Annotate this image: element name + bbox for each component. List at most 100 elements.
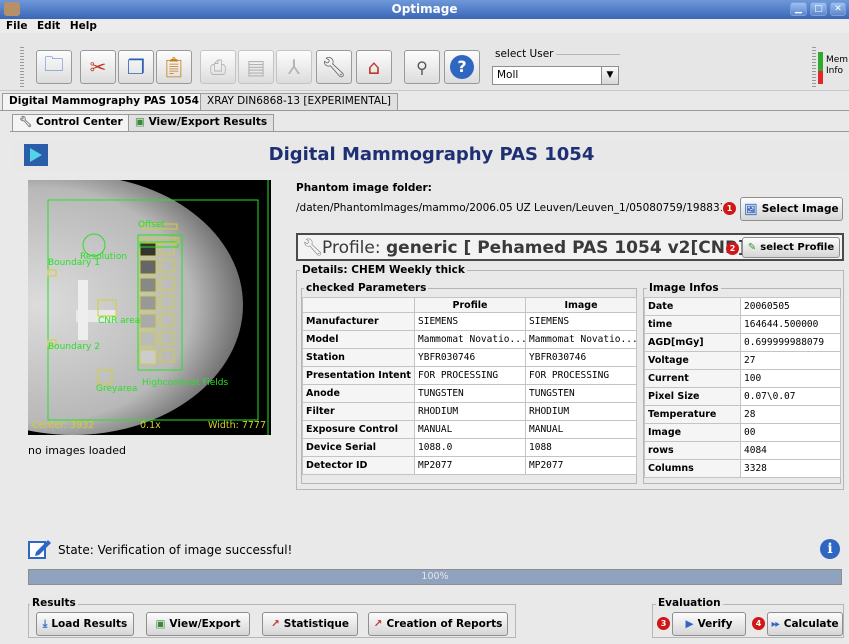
overlay-boundary-2: Boundary 2: [48, 342, 100, 352]
tab-divider: [0, 110, 849, 111]
user-select[interactable]: Moll ▼: [492, 66, 619, 85]
export-icon: ▣: [155, 618, 166, 630]
tab-xray-din[interactable]: XRAY DIN6868-13 [EXPERIMENTAL]: [200, 93, 398, 110]
wrench-icon: 🔧︎: [19, 116, 33, 128]
creation-of-reports-button[interactable]: ↗ Creation of Reports: [368, 612, 508, 636]
pdf-button[interactable]: ⅄: [276, 50, 312, 84]
pencil-icon: ✎: [747, 242, 757, 253]
table-row: Manufacturer SIEMENS SIEMENS: [302, 312, 637, 331]
table-row: Station YBFR030746 YBFR030746: [302, 348, 637, 367]
help-button[interactable]: ?: [444, 50, 480, 84]
roi-resolution-box: [139, 241, 157, 257]
paste-button[interactable]: 📋︎: [156, 50, 192, 84]
print-button[interactable]: ⎙: [200, 50, 236, 84]
progress-label: 100%: [421, 571, 449, 582]
table-row: AGD[mGy] 0.699999988079: [644, 333, 841, 352]
details-title: Details: CHEM Weekly thick: [300, 264, 467, 276]
state-text: State: Verification of image successful!: [58, 543, 293, 557]
table-row: Anode TUNGSTEN TUNGSTEN: [302, 384, 637, 403]
params-table: Profile Image Manufacturer SIEMENS SIEMENS…: [302, 297, 637, 475]
overlay-greyarea: Greyarea: [96, 384, 138, 394]
table-row: rows 4084: [644, 441, 841, 460]
export-icon: ▣: [135, 116, 145, 128]
profile-title: Profile: generic [ Pehamed PAS 1054 v2[C…: [322, 238, 760, 258]
table-row: Voltage 27: [644, 351, 841, 370]
table-row: Columns 3328: [644, 459, 841, 478]
wrench-icon: 🔧︎: [302, 238, 324, 258]
save-button[interactable]: ▤: [238, 50, 274, 84]
image-viewer[interactable]: Offset Resolution Boundary 1 CNR area Bo…: [28, 180, 271, 435]
overlay-width: Width: 7777: [208, 420, 266, 431]
phantom-folder-path[interactable]: /daten/PhantomImages/mammo/2006.05 UZ Le…: [296, 199, 722, 218]
phantom-bar-vertical: [78, 280, 88, 340]
open-folder-button[interactable]: 🗀: [36, 50, 72, 84]
microscope-icon: ⚲: [416, 57, 428, 77]
step-badge-3: 3: [657, 617, 670, 630]
menu-edit[interactable]: Edit: [37, 19, 60, 33]
select-profile-button[interactable]: ✎ select Profile: [742, 237, 840, 258]
folder-icon: 🗀: [44, 52, 64, 76]
chart-icon: ↗: [270, 618, 280, 630]
menu-file[interactable]: File: [6, 19, 28, 33]
pdf-icon: ⅄: [287, 55, 301, 79]
statistique-button[interactable]: ↗ Statistique: [262, 612, 358, 636]
table-row: Image 00: [644, 423, 841, 442]
tab-control-center[interactable]: 🔧︎ Control Center: [12, 114, 130, 131]
cut-button[interactable]: ✂: [80, 50, 116, 84]
progress-bar: 100%: [28, 569, 842, 585]
header-bar: Digital Mammography PAS 1054: [14, 140, 849, 171]
load-results-button[interactable]: ⤓ Load Results: [36, 612, 134, 636]
info-icon[interactable]: i: [820, 539, 840, 559]
toolbar-grip[interactable]: [20, 47, 24, 87]
page-title: Digital Mammography PAS 1054: [268, 144, 595, 165]
table-row: Filter RHODIUM RHODIUM: [302, 402, 637, 421]
menu-bar: File Edit Help: [0, 19, 849, 33]
select-image-button[interactable]: 🖼︎ Select Image: [740, 197, 843, 221]
view-export-button[interactable]: ▣ View/Export: [146, 612, 250, 636]
calculate-button[interactable]: ⏩︎ Calculate: [767, 612, 843, 636]
results-title: Results: [30, 597, 78, 609]
verify-button[interactable]: ▶ Verify: [672, 612, 746, 636]
copy-icon: ❐: [127, 55, 145, 79]
table-row: Pixel Size 0.07\0.07: [644, 387, 841, 406]
minimize-button[interactable]: ▁: [790, 2, 807, 16]
step-badge-4: 4: [752, 617, 765, 630]
fast-forward-icon: ⏩︎: [771, 617, 780, 630]
menu-help[interactable]: Help: [70, 19, 97, 33]
table-row: Exposure Control MANUAL MANUAL: [302, 420, 637, 439]
table-row: Temperature 28: [644, 405, 841, 424]
checked-params-title: checked Parameters: [304, 282, 429, 294]
copy-button[interactable]: ❐: [118, 50, 154, 84]
load-icon: ⤓: [42, 617, 48, 630]
evaluation-title: Evaluation: [656, 597, 723, 609]
phantom-disc: [28, 180, 243, 435]
toolbar-grip-right[interactable]: [812, 47, 816, 87]
overlay-cnr-area: CNR area: [98, 316, 141, 326]
overlay-center: Center: 3932: [32, 420, 95, 431]
home-icon: ⌂: [367, 55, 381, 79]
window-titlebar[interactable]: Optimage ▁ □ ✕: [0, 0, 849, 19]
table-row: Detector ID MP2077 MP2077: [302, 456, 637, 475]
memory-meter: [818, 52, 823, 84]
params-header-row: Profile Image: [302, 297, 637, 313]
report-icon: ↗: [373, 618, 383, 630]
close-button[interactable]: ✕: [830, 2, 846, 16]
document-icon: ▤: [246, 55, 266, 79]
select-user-label: select User: [492, 48, 557, 60]
tab-digital-mammography[interactable]: Digital Mammography PAS 1054: [2, 93, 206, 110]
image-icon: 🖼︎: [744, 203, 758, 216]
printer-icon: ⎙: [210, 55, 226, 79]
microscope-button[interactable]: ⚲: [404, 50, 440, 84]
home-button[interactable]: ⌂: [356, 50, 392, 84]
mem-info-label[interactable]: Mem Info: [826, 55, 848, 77]
tab-view-export-results[interactable]: ▣ View/Export Results: [128, 114, 275, 131]
overlay-boundary-1: Boundary 1: [48, 258, 100, 268]
chevron-down-icon[interactable]: ▼: [601, 67, 618, 84]
toolbar: 🗀 ✂ ❐ 📋︎ ⎙ ▤ ⅄ 🔧︎ ⌂ ⚲ ? select User Moll…: [0, 33, 849, 91]
tools-button[interactable]: 🔧︎: [316, 50, 352, 84]
phantom-image-svg: [28, 180, 269, 435]
image-infos-table: Date 20060505 time 164644.500000 AGD[mGy] 0…: [644, 297, 841, 478]
maximize-button[interactable]: □: [810, 2, 827, 16]
paste-icon: 📋︎: [161, 55, 187, 79]
table-row: time 164644.500000: [644, 315, 841, 334]
